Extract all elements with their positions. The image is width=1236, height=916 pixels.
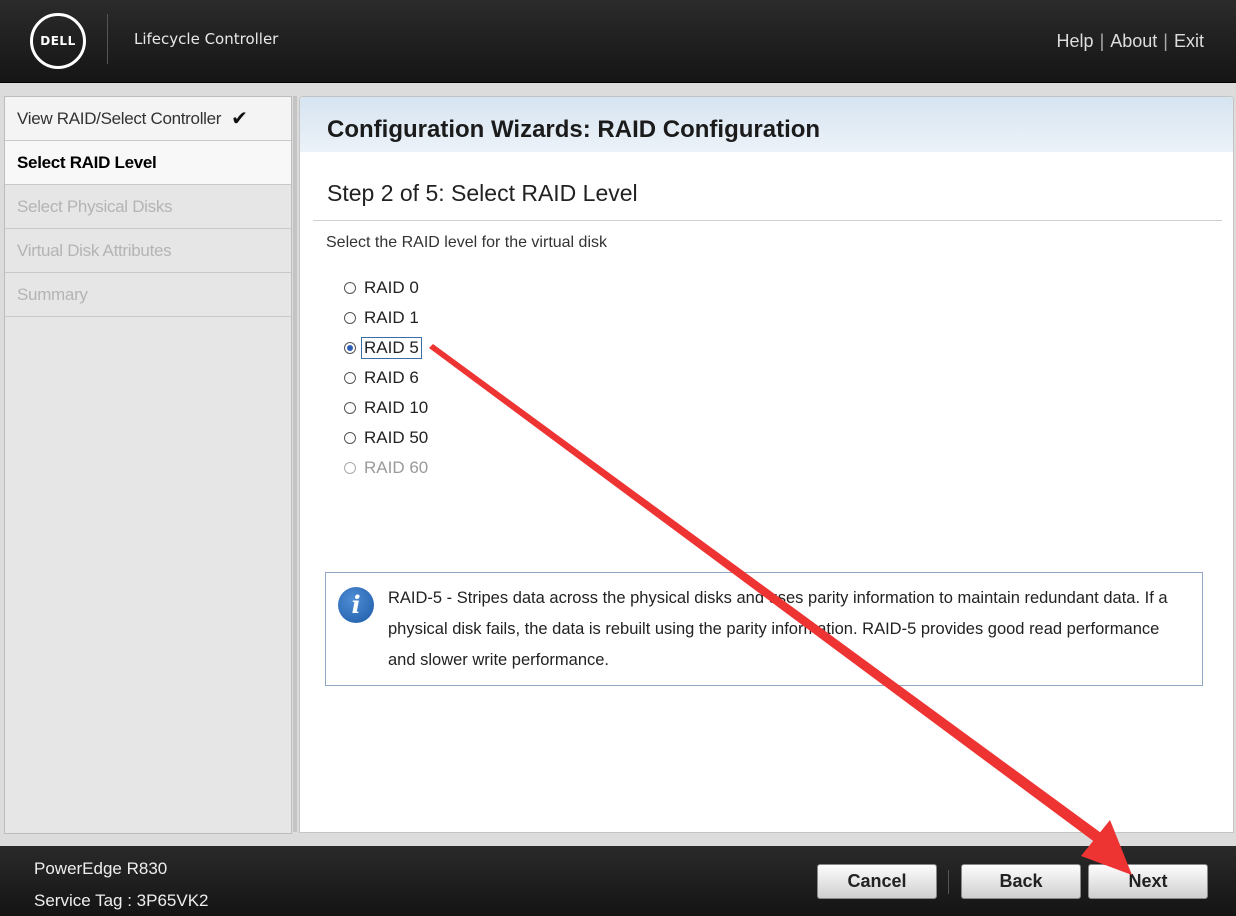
main-panel: Configuration Wizards: RAID Configuratio… bbox=[299, 96, 1234, 833]
radio-button-selected[interactable] bbox=[344, 342, 356, 354]
back-button[interactable]: Back bbox=[961, 864, 1081, 899]
raid-option-5[interactable]: RAID 5 bbox=[344, 333, 428, 363]
top-links: Help | About | Exit bbox=[1056, 31, 1204, 51]
next-button[interactable]: Next bbox=[1088, 864, 1208, 899]
radio-button[interactable] bbox=[344, 402, 356, 414]
step-title: Step 2 of 5: Select RAID Level bbox=[327, 180, 638, 206]
raid-option-label: RAID 10 bbox=[364, 398, 429, 417]
radio-button-disabled bbox=[344, 462, 356, 474]
raid-option-6[interactable]: RAID 6 bbox=[344, 363, 428, 393]
help-link[interactable]: Help bbox=[1057, 31, 1094, 51]
sidebar-item-select-physical-disks: Select Physical Disks bbox=[5, 185, 291, 229]
panel-splitter bbox=[293, 96, 297, 832]
sidebar-item-summary: Summary bbox=[5, 273, 291, 317]
sidebar-item-view-raid[interactable]: View RAID/Select Controller ✔ bbox=[5, 97, 291, 141]
radio-button[interactable] bbox=[344, 282, 356, 294]
raid-option-label: RAID 60 bbox=[364, 458, 429, 477]
sidebar-item-label: Virtual Disk Attributes bbox=[17, 241, 172, 260]
button-divider bbox=[948, 870, 949, 894]
sidebar-item-label: Select RAID Level bbox=[17, 153, 157, 172]
raid-option-0[interactable]: RAID 0 bbox=[344, 273, 428, 303]
system-model: PowerEdge R830 bbox=[34, 859, 168, 878]
sidebar-item-virtual-disk-attributes: Virtual Disk Attributes bbox=[5, 229, 291, 273]
radio-button[interactable] bbox=[344, 312, 356, 324]
service-tag: Service Tag : 3P65VK2 bbox=[34, 891, 209, 910]
checkmark-icon: ✔ bbox=[231, 108, 248, 131]
info-icon: i bbox=[338, 587, 374, 623]
sidebar-item-label: Select Physical Disks bbox=[17, 197, 173, 216]
raid-option-label: RAID 0 bbox=[364, 278, 419, 297]
raid-option-50[interactable]: RAID 50 bbox=[344, 423, 428, 453]
dell-logo: DELL bbox=[30, 13, 86, 69]
page-title: Configuration Wizards: RAID Configuratio… bbox=[327, 116, 821, 143]
top-bar: DELL Lifecycle Controller Help | About | Exi… bbox=[0, 0, 1236, 83]
cancel-button[interactable]: Cancel bbox=[817, 864, 937, 899]
raid-option-label: RAID 5 bbox=[361, 337, 422, 359]
divider bbox=[313, 220, 1222, 221]
exit-link[interactable]: Exit bbox=[1174, 31, 1204, 51]
raid-option-1[interactable]: RAID 1 bbox=[344, 303, 428, 333]
raid-option-label: RAID 50 bbox=[364, 428, 429, 447]
sidebar-item-select-raid-level[interactable]: Select RAID Level bbox=[5, 141, 291, 185]
sidebar-item-label: View RAID/Select Controller bbox=[17, 109, 222, 128]
raid-option-label: RAID 6 bbox=[364, 368, 419, 387]
radio-button[interactable] bbox=[344, 372, 356, 384]
raid-option-label: RAID 1 bbox=[364, 308, 419, 327]
raid-option-60: RAID 60 bbox=[344, 453, 428, 483]
sidebar-item-label: Summary bbox=[17, 285, 88, 304]
bottom-bar: PowerEdge R830 Service Tag : 3P65VK2 Can… bbox=[0, 846, 1236, 916]
radio-button[interactable] bbox=[344, 432, 356, 444]
raid-info-box: i RAID-5 - Stripes data across the physi… bbox=[325, 572, 1203, 686]
instruction-text: Select the RAID level for the virtual di… bbox=[326, 234, 608, 251]
raid-option-10[interactable]: RAID 10 bbox=[344, 393, 428, 423]
header-divider bbox=[107, 14, 108, 64]
app-title: Lifecycle Controller bbox=[134, 30, 279, 48]
about-link[interactable]: About bbox=[1110, 31, 1157, 51]
wizard-steps-sidebar: View RAID/Select Controller ✔ Select RAID… bbox=[4, 96, 292, 834]
raid-description: RAID-5 - Stripes data across the physica… bbox=[388, 589, 1168, 669]
raid-level-radio-group: RAID 0 RAID 1 RAID 5 RAID 6 RAID 10 RAID… bbox=[344, 273, 428, 483]
